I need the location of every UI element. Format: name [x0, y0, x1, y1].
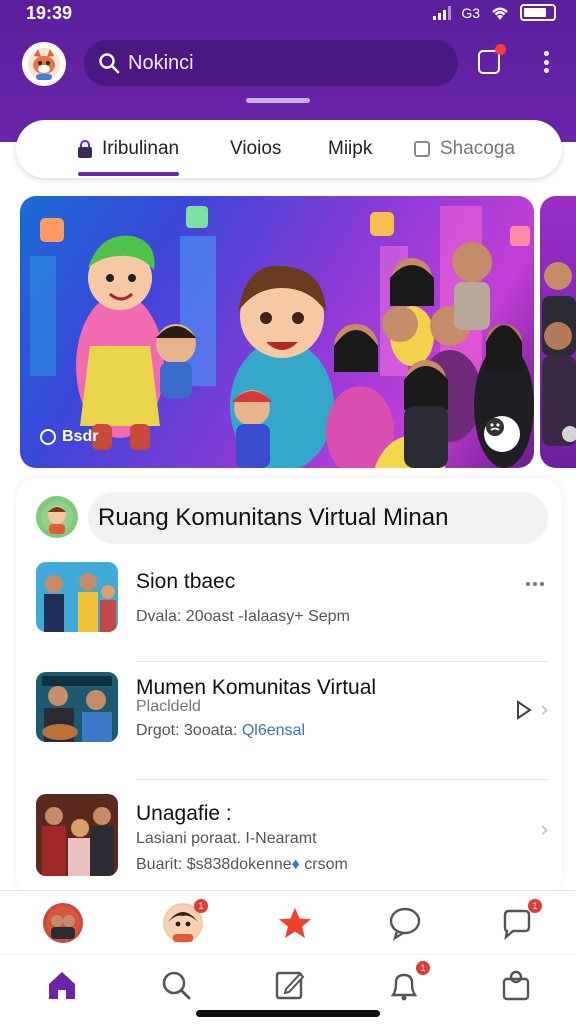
- item-subtitle: Lasiani poraat. I-Nearamt: [136, 830, 317, 847]
- tab-shacoga[interactable]: Shacoga: [414, 120, 515, 178]
- community-avatar[interactable]: [36, 496, 78, 538]
- featured-banner[interactable]: Bsdr: [20, 196, 534, 468]
- nav-profile[interactable]: [498, 967, 534, 1003]
- row-divider: [136, 661, 548, 662]
- item-thumbnail: [36, 794, 118, 876]
- item-meta: Dvala: 20oast -Ialaasy+ Sepm: [136, 608, 350, 625]
- item-title: Mumen Komunitas Virtual: [136, 676, 377, 699]
- item-thumbnail: [36, 672, 118, 742]
- nav-compose[interactable]: [272, 967, 308, 1003]
- favorites-button[interactable]: [274, 903, 316, 943]
- item-meta-value: $s838dokenne: [186, 856, 292, 873]
- quick-avatar-group[interactable]: [42, 903, 84, 943]
- lock-icon: [78, 140, 92, 158]
- row-divider: [136, 779, 548, 780]
- search-input[interactable]: Nokinci: [128, 52, 194, 75]
- drag-handle[interactable]: [246, 98, 310, 103]
- tab-iribulinan[interactable]: Iribulinan: [78, 120, 180, 178]
- search-icon: [99, 53, 120, 74]
- item-subtitle: Placldeld: [136, 698, 201, 715]
- tab-label: Vioios: [230, 138, 282, 159]
- more-options-button[interactable]: [534, 48, 558, 76]
- chevron-right-icon[interactable]: ›: [541, 816, 548, 842]
- nav-home[interactable]: [44, 967, 80, 1003]
- bird-icon: ♦: [291, 856, 300, 873]
- next-banner-peek[interactable]: [540, 196, 576, 468]
- more-dots-icon[interactable]: [526, 582, 544, 586]
- nav-search[interactable]: [158, 967, 194, 1003]
- nav-notifications[interactable]: 1: [386, 961, 430, 1003]
- chat-bubble-icon: [389, 907, 421, 941]
- chat-bubble-button[interactable]: [384, 903, 426, 943]
- active-tab-indicator: [78, 172, 180, 176]
- star-icon: [279, 908, 311, 938]
- quick-actions-bar: 1 1: [0, 890, 576, 954]
- battery-icon: [520, 4, 556, 21]
- item-meta: Buarit: $s838dokenne♦ crsom: [136, 856, 348, 874]
- badge-count: 1: [416, 961, 430, 975]
- group-avatar: [43, 903, 83, 943]
- item-title: Unagafie :: [136, 802, 232, 825]
- tab-bar: Iribulinan Vioios Miipk Shacoga: [16, 120, 562, 178]
- face-icon: [486, 418, 504, 436]
- badge-count: 1: [528, 899, 542, 913]
- item-meta-suffix: crsom: [299, 856, 348, 873]
- community-title[interactable]: Ruang Komunitans Virtual Minan: [88, 492, 548, 544]
- status-time: 19:39: [26, 3, 73, 23]
- community-chat-button[interactable]: 1: [496, 899, 542, 943]
- list-item[interactable]: Sion tbaec Dvala: 20oast -Ialaasy+ Sepm: [36, 562, 548, 662]
- notification-dot: [495, 44, 506, 55]
- item-title: Sion tbaec: [136, 570, 236, 593]
- tab-label: Shacoga: [440, 138, 516, 159]
- chevron-right-icon[interactable]: ›: [541, 696, 548, 722]
- item-meta-link[interactable]: Ql6ensal: [242, 722, 305, 739]
- list-item[interactable]: Mumen Komunitas Virtual Placldeld Drgot:…: [36, 668, 548, 780]
- banner-action-button[interactable]: [484, 416, 520, 452]
- home-indicator[interactable]: [196, 1010, 380, 1017]
- status-icons: G3: [433, 4, 556, 21]
- search-icon: [162, 971, 191, 1000]
- item-meta-prefix: Buarit:: [136, 856, 187, 873]
- tab-vioios[interactable]: Vioios: [230, 120, 281, 178]
- tab-label: Miipk: [328, 138, 373, 159]
- brand-logo-icon: [40, 429, 56, 445]
- tab-label: Iribulinan: [102, 138, 180, 159]
- profile-avatar[interactable]: [22, 42, 66, 86]
- search-bar[interactable]: Nokinci: [84, 40, 458, 86]
- profile-icon: [502, 970, 530, 1001]
- item-meta-prefix: Drgot: 3ooata:: [136, 722, 242, 739]
- badge-count: 1: [194, 899, 208, 913]
- banner-brand-label: Bsdr: [62, 428, 99, 445]
- fox-avatar-icon: [28, 48, 60, 80]
- compose-icon: [275, 971, 305, 1000]
- next-banner-illustration: [542, 262, 576, 446]
- square-icon: [414, 141, 430, 157]
- community-card: Ruang Komunitans Virtual Minan Sion tbae…: [16, 478, 562, 898]
- banner-brand: Bsdr: [40, 428, 98, 446]
- kid-avatar-icon: [41, 501, 73, 534]
- signal-icon: [433, 5, 452, 20]
- quick-avatar-friend[interactable]: 1: [162, 899, 208, 943]
- item-meta: Drgot: 3ooata: Ql6ensal: [136, 722, 305, 740]
- notifications-button[interactable]: [474, 44, 506, 78]
- status-bar: 19:39 G3: [0, 0, 576, 30]
- carrier-label: G3: [461, 4, 480, 21]
- bell-icon: [390, 973, 418, 1001]
- play-icon[interactable]: [516, 700, 532, 720]
- tab-miipk[interactable]: Miipk: [328, 120, 372, 178]
- list-item[interactable]: Unagafie : Lasiani poraat. I-Nearamt Bua…: [36, 794, 548, 898]
- item-thumbnail: [36, 562, 118, 632]
- wifi-icon: [492, 7, 508, 20]
- home-icon: [49, 972, 75, 999]
